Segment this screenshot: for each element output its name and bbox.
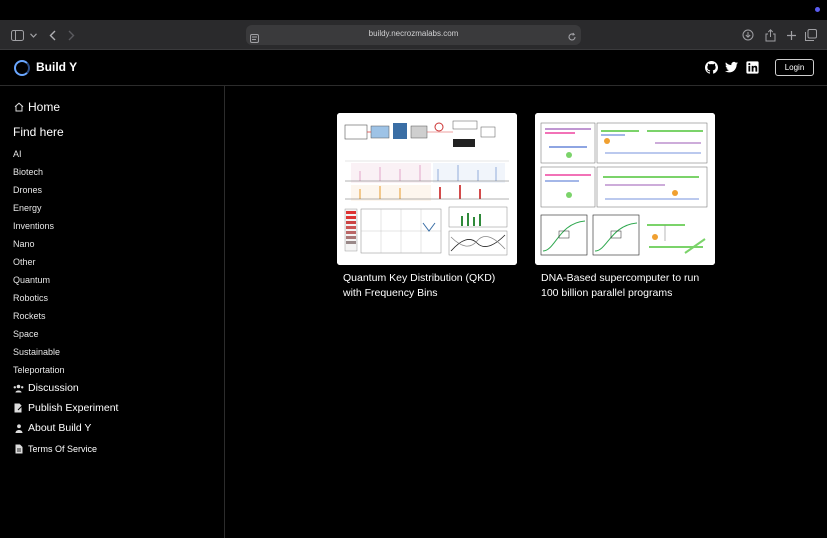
reload-icon[interactable] xyxy=(567,29,577,47)
download-icon[interactable] xyxy=(742,27,754,43)
new-tab-icon[interactable] xyxy=(785,27,797,43)
document-icon xyxy=(13,443,24,454)
logo-icon[interactable] xyxy=(14,60,30,76)
dna-figure-thumbnail[interactable] xyxy=(535,113,715,265)
sidebar-item-ai[interactable]: AI xyxy=(13,149,22,159)
twitter-icon[interactable] xyxy=(725,61,738,74)
main-content: Quantum Key Distribution (QKD) with Freq… xyxy=(226,86,827,538)
qkd-figure-thumbnail[interactable] xyxy=(337,113,517,265)
user-icon xyxy=(13,423,24,434)
os-menu-bar xyxy=(0,0,827,20)
sidebar-item-nano[interactable]: Nano xyxy=(13,239,35,249)
sidebar-item-home[interactable]: Home xyxy=(13,100,60,114)
experiment-card[interactable]: Quantum Key Distribution (QKD) with Freq… xyxy=(337,113,517,301)
status-dot xyxy=(815,7,820,12)
sidebar-item-about[interactable]: About Build Y xyxy=(13,422,91,434)
sidebar-item-terms[interactable]: Terms Of Service xyxy=(13,443,97,454)
edit-document-icon xyxy=(13,403,24,414)
back-icon[interactable] xyxy=(47,27,57,43)
card-title[interactable]: DNA-Based supercomputer to run 100 billi… xyxy=(535,271,713,301)
about-label: About Build Y xyxy=(28,422,92,434)
chevron-down-icon[interactable] xyxy=(29,27,37,43)
brand-name[interactable]: Build Y xyxy=(36,60,77,74)
terms-label: Terms Of Service xyxy=(28,443,98,454)
url-text: buildy.necrozmalabs.com xyxy=(368,29,459,38)
publish-experiment-label: Publish Experiment xyxy=(28,402,119,414)
home-icon xyxy=(13,102,24,113)
experiment-card[interactable]: DNA-Based supercomputer to run 100 billi… xyxy=(535,113,715,301)
discussion-label: Discussion xyxy=(28,382,79,394)
sidebar-toggle-icon[interactable] xyxy=(10,27,24,43)
sidebar-item-discussion[interactable]: Discussion xyxy=(13,382,79,394)
sidebar-item-robotics[interactable]: Robotics xyxy=(13,293,48,303)
sidebar-item-teleportation[interactable]: Teleportation xyxy=(13,365,65,375)
sidebar-item-rockets[interactable]: Rockets xyxy=(13,311,46,321)
sidebar-item-quantum[interactable]: Quantum xyxy=(13,275,50,285)
users-icon xyxy=(13,383,24,394)
login-button[interactable]: Login xyxy=(775,59,814,76)
sidebar-item-energy[interactable]: Energy xyxy=(13,203,42,213)
tabs-overview-icon[interactable] xyxy=(805,27,817,43)
linkedin-icon[interactable] xyxy=(746,61,759,74)
sidebar: Home Find here AI Biotech Drones Energy … xyxy=(0,86,225,538)
forward-icon[interactable] xyxy=(66,27,76,43)
sidebar-item-drones[interactable]: Drones xyxy=(13,185,42,195)
sidebar-item-space[interactable]: Space xyxy=(13,329,39,339)
site-header: Build Y Login xyxy=(0,50,827,86)
sidebar-item-biotech[interactable]: Biotech xyxy=(13,167,43,177)
browser-toolbar: buildy.necrozmalabs.com xyxy=(0,20,827,50)
sidebar-item-sustainable[interactable]: Sustainable xyxy=(13,347,60,357)
find-here-heading: Find here xyxy=(13,125,64,139)
sidebar-item-other[interactable]: Other xyxy=(13,257,36,267)
address-bar[interactable]: buildy.necrozmalabs.com xyxy=(246,25,581,45)
card-title[interactable]: Quantum Key Distribution (QKD) with Freq… xyxy=(337,271,515,301)
sidebar-item-inventions[interactable]: Inventions xyxy=(13,221,54,231)
share-icon[interactable] xyxy=(764,27,776,43)
github-icon[interactable] xyxy=(705,61,718,74)
home-label: Home xyxy=(28,100,61,114)
sidebar-item-publish-experiment[interactable]: Publish Experiment xyxy=(13,402,118,414)
